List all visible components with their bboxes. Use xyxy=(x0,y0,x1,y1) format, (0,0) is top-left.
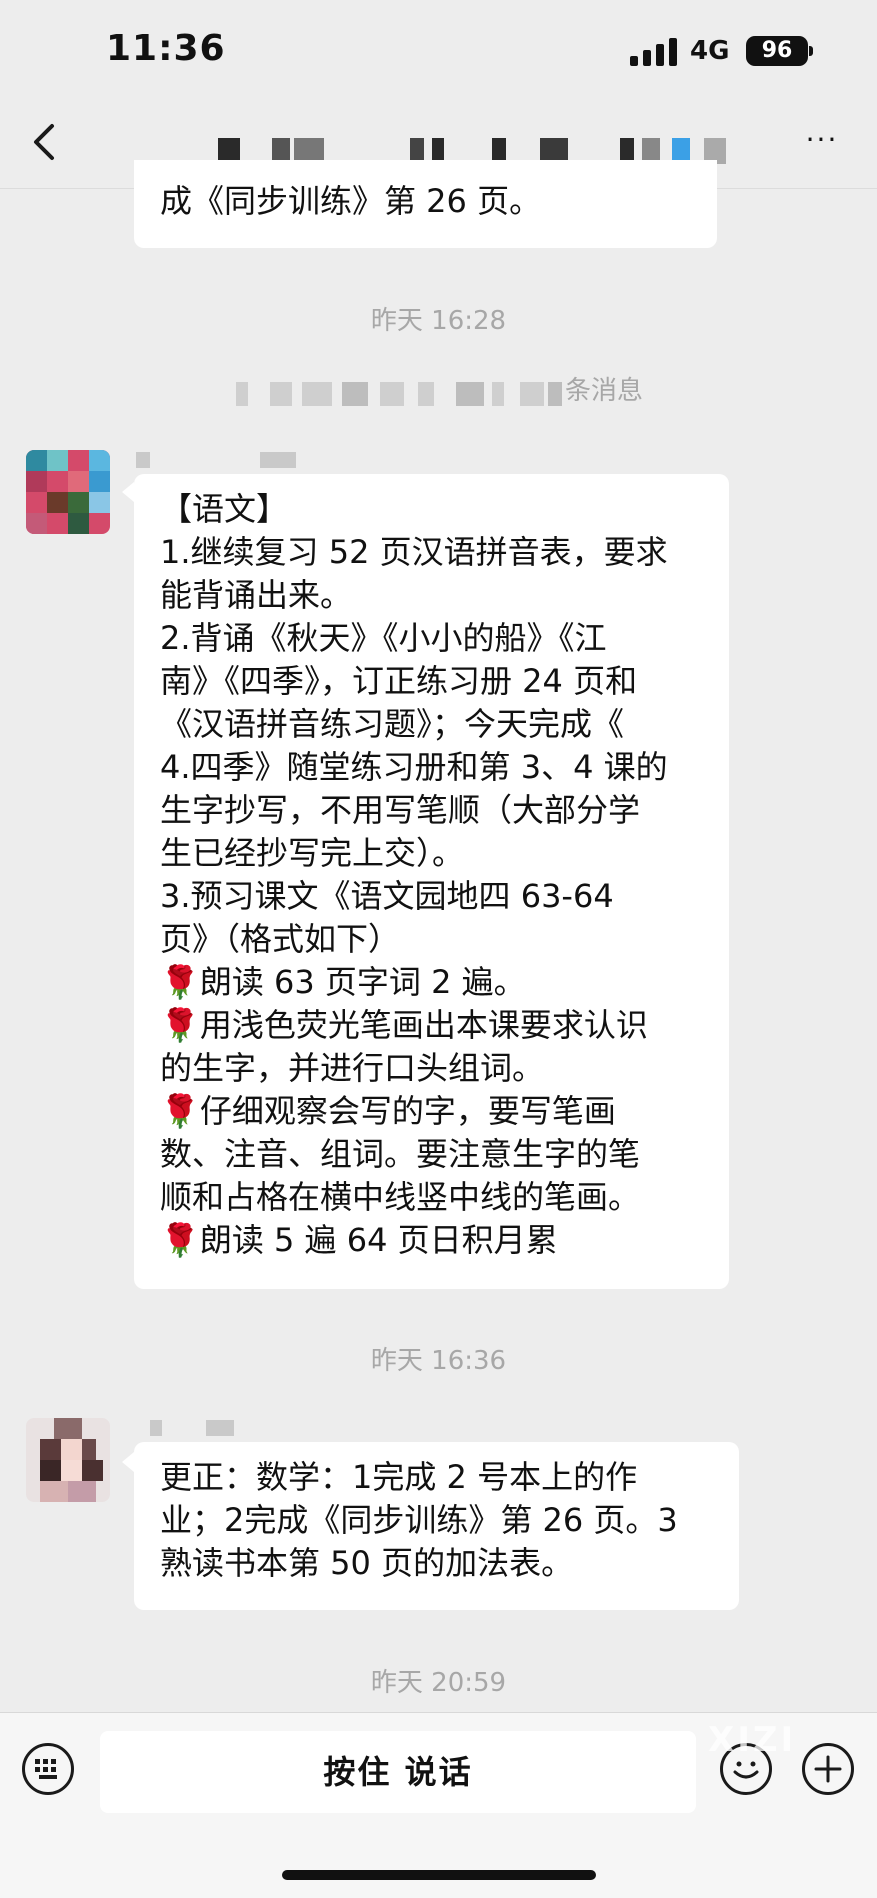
timestamp: 昨天 20:59 xyxy=(370,1668,507,1698)
message-bubble-partial[interactable]: 成《同步训练》第 26 页。 xyxy=(134,160,717,248)
message-line: 南》《四季》，订正练习册 24 页和 xyxy=(160,662,638,700)
more-options-icon[interactable]: ··· xyxy=(798,118,846,162)
status-time: 11:36 xyxy=(106,28,226,69)
keyboard-icon[interactable] xyxy=(22,1743,74,1795)
message-line: 🌹朗读 5 遍 64 页日积月累 xyxy=(160,1221,558,1259)
avatar[interactable] xyxy=(26,450,110,534)
message-line: 🌹仔细观察会写的字，要写笔画 xyxy=(160,1092,616,1130)
avatar[interactable] xyxy=(26,1418,110,1502)
status-bar: 11:36 4G 96 xyxy=(0,0,877,100)
watermark: XIZI xyxy=(708,1720,797,1760)
message-line: 3.预习课文《语文园地四 63-64 xyxy=(160,877,614,915)
timestamp: 昨天 16:28 xyxy=(370,306,507,336)
message-line: 🌹朗读 63 页字词 2 遍。 xyxy=(160,963,526,1001)
plus-icon[interactable] xyxy=(802,1743,854,1795)
sender-name-redacted xyxy=(136,452,306,470)
cellular-signal-icon xyxy=(630,36,678,66)
message-line: 4.四季》随堂练习册和第 3、4 课的 xyxy=(160,748,668,786)
bubble-tail xyxy=(122,1452,134,1472)
message-line: 数、注音、组词。要注意生字的笔 xyxy=(160,1135,641,1173)
chevron-left-icon[interactable] xyxy=(28,120,68,164)
message-line: 🌹用浅色荧光笔画出本课要求认识 xyxy=(160,1006,648,1044)
message-line: 【语文】 xyxy=(160,490,289,528)
message-line: 《汉语拼音练习题》；今天完成《 xyxy=(160,705,625,743)
battery-icon: 96 xyxy=(746,36,808,66)
sender-name-redacted xyxy=(150,1420,250,1438)
message-line: 能背诵出来。 xyxy=(160,576,353,614)
message-line: 的生字，并进行口头组词。 xyxy=(160,1049,545,1087)
bubble-tail xyxy=(122,482,134,502)
message-bubble-correction[interactable]: 更正：数学：1完成 2 号本上的作 业；2完成《同步训练》第 26 页。3 熟读… xyxy=(134,1442,739,1610)
message-line: 顺和占格在横中线竖中线的笔画。 xyxy=(160,1178,641,1216)
timestamp: 昨天 16:36 xyxy=(370,1346,507,1376)
message-line: 熟读书本第 50 页的加法表。 xyxy=(160,1544,574,1582)
message-line: 生字抄写，不用写笔顺（大部分学 xyxy=(160,791,641,829)
system-notice-text: 条消息 xyxy=(565,376,644,406)
message-line: 页》（格式如下） xyxy=(160,920,401,958)
message-line: 生已经抄写完上交）。 xyxy=(160,834,465,872)
message-line: 业；2完成《同步训练》第 26 页。3 xyxy=(160,1501,678,1539)
message-line: 更正：数学：1完成 2 号本上的作 xyxy=(160,1458,638,1496)
message-line: 1.继续复习 52 页汉语拼音表，要求 xyxy=(160,533,668,571)
network-type: 4G xyxy=(690,36,730,66)
battery-tip xyxy=(809,46,813,56)
message-text: 成《同步训练》第 26 页。 xyxy=(160,182,542,220)
message-line: 2.背诵《秋天》《小小的船》《江 xyxy=(160,619,607,657)
message-bubble-homework[interactable]: 【语文】 1.继续复习 52 页汉语拼音表，要求 能背诵出来。 2.背诵《秋天》… xyxy=(134,474,729,1289)
hold-to-talk-button[interactable]: 按住 说话 xyxy=(100,1731,696,1813)
home-indicator xyxy=(282,1870,596,1880)
